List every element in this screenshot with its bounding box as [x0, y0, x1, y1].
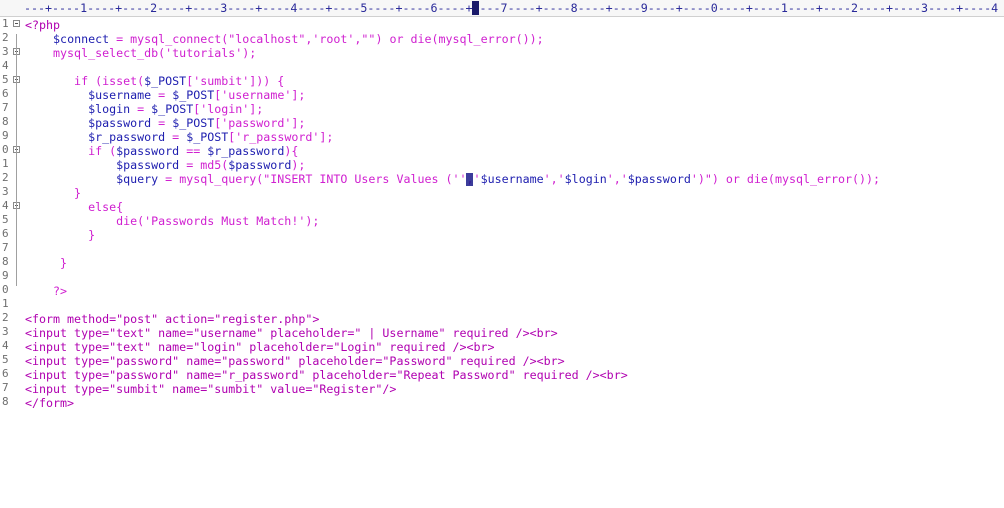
line-number: 1	[2, 297, 9, 310]
gutter-row: 4	[0, 59, 24, 73]
code-line[interactable]: else{	[25, 200, 123, 214]
line-number: 7	[2, 241, 9, 254]
gutter-row: 1	[0, 157, 24, 171]
code-line[interactable]: $password = md5($password);	[25, 158, 305, 172]
code-line[interactable]: }	[25, 186, 81, 200]
gutter-row: 4	[0, 199, 24, 213]
fold-toggle-icon[interactable]	[13, 20, 20, 27]
ruler-marks: ---+----1----+----2----+----3----+----4-…	[24, 1, 999, 15]
code-line[interactable]: mysql_select_db('tutorials');	[25, 46, 256, 60]
gutter-row: 7	[0, 241, 24, 255]
line-number: 6	[2, 367, 9, 380]
line-number: 3	[2, 45, 9, 58]
line-number: 9	[2, 269, 9, 282]
gutter-row: 3	[0, 45, 24, 59]
fold-guide-line	[16, 34, 17, 286]
code-line[interactable]: $query = mysql_query("INSERT INTO Users …	[25, 172, 880, 186]
line-number: 6	[2, 227, 9, 240]
gutter-row: 0	[0, 283, 24, 297]
code-line[interactable]: <input type="password" name="r_password"…	[25, 368, 628, 382]
code-line[interactable]: <input type="sumbit" name="sumbit" value…	[25, 382, 396, 396]
line-number: 1	[2, 157, 9, 170]
gutter-row: 7	[0, 381, 24, 395]
code-line[interactable]: ?>	[25, 284, 67, 298]
gutter-row: 0	[0, 143, 24, 157]
line-number: 0	[2, 283, 9, 296]
line-number: 4	[2, 339, 9, 352]
code-line[interactable]: <form method="post" action="register.php…	[25, 312, 319, 326]
line-number: 1	[2, 17, 9, 30]
text-cursor	[466, 173, 473, 186]
gutter-row: 1	[0, 297, 24, 311]
gutter-row: 6	[0, 87, 24, 101]
column-ruler: ---+----1----+----2----+----3----+----4-…	[0, 0, 1004, 17]
code-line[interactable]: <?php	[25, 18, 60, 32]
gutter-row: 5	[0, 73, 24, 87]
gutter-row: 7	[0, 101, 24, 115]
code-line[interactable]: if (isset($_POST['sumbit'])) {	[25, 74, 284, 88]
gutter-row: 8	[0, 255, 24, 269]
code-line[interactable]: $password = $_POST['password'];	[25, 116, 305, 130]
gutter-row: 2	[0, 31, 24, 45]
code-line[interactable]: die('Passwords Must Match!');	[25, 214, 319, 228]
line-number: 5	[2, 73, 9, 86]
gutter-row: 9	[0, 129, 24, 143]
gutter-row: 2	[0, 311, 24, 325]
line-number: 2	[2, 31, 9, 44]
gutter-row: 6	[0, 367, 24, 381]
line-number: 4	[2, 59, 9, 72]
line-number: 5	[2, 353, 9, 366]
line-number: 9	[2, 129, 9, 142]
line-number: 8	[2, 395, 9, 408]
gutter-row: 5	[0, 353, 24, 367]
line-number: 7	[2, 101, 9, 114]
line-number: 0	[2, 143, 9, 156]
line-number: 2	[2, 171, 9, 184]
gutter-row: 9	[0, 269, 24, 283]
line-number: 5	[2, 213, 9, 226]
gutter-row: 3	[0, 325, 24, 339]
gutter-row: 5	[0, 213, 24, 227]
code-line[interactable]: </form>	[25, 396, 74, 410]
code-line[interactable]: if ($password == $r_password){	[25, 144, 298, 158]
gutter-row: 4	[0, 339, 24, 353]
line-number: 3	[2, 325, 9, 338]
line-number: 4	[2, 199, 9, 212]
gutter-row: 8	[0, 395, 24, 409]
code-line[interactable]: <input type="password" name="password" p…	[25, 354, 565, 368]
code-line[interactable]: $username = $_POST['username'];	[25, 88, 305, 102]
code-line[interactable]: }	[25, 228, 95, 242]
line-number: 6	[2, 87, 9, 100]
code-line[interactable]: }	[25, 256, 67, 270]
line-number: 2	[2, 311, 9, 324]
line-number: 8	[2, 255, 9, 268]
gutter-row: 6	[0, 227, 24, 241]
line-number: 7	[2, 381, 9, 394]
gutter-row: 2	[0, 171, 24, 185]
ruler-column-indicator	[472, 1, 479, 15]
line-number: 8	[2, 115, 9, 128]
code-line[interactable]: <input type="text" name="username" place…	[25, 326, 558, 340]
code-line[interactable]: $r_password = $_POST['r_password'];	[25, 130, 333, 144]
line-number: 3	[2, 185, 9, 198]
code-line[interactable]: <input type="text" name="login" placehol…	[25, 340, 495, 354]
gutter-row: 8	[0, 115, 24, 129]
gutter-row: 1	[0, 17, 24, 31]
line-number-gutter: 1234567890123456789012345678	[0, 17, 24, 508]
code-line[interactable]: $login = $_POST['login'];	[25, 102, 263, 116]
gutter-row: 3	[0, 185, 24, 199]
code-line[interactable]: $connect = mysql_connect("localhost",'ro…	[25, 32, 544, 46]
